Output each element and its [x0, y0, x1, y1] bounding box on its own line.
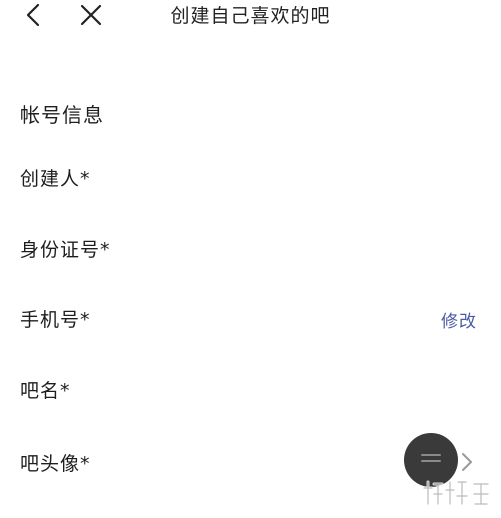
watermark-logo — [422, 480, 490, 506]
menu-icon — [421, 454, 441, 462]
creator-label: 创建人* — [20, 168, 91, 190]
bar-avatar-label: 吧头像* — [20, 453, 91, 475]
form-row-creator[interactable]: 创建人* — [0, 158, 501, 198]
form-row-bar-name[interactable]: 吧名* — [0, 370, 501, 410]
form-row-phone[interactable]: 手机号* 修改 — [0, 299, 501, 339]
section-title-account-info: 帐号信息 — [20, 103, 104, 127]
form-row-id-number[interactable]: 身份证号* — [0, 229, 501, 269]
top-navigation-bar: 创建自己喜欢的吧 — [0, 0, 501, 34]
chevron-right-icon — [462, 453, 472, 471]
phone-label: 手机号* — [20, 309, 91, 331]
bar-name-label: 吧名* — [20, 380, 71, 402]
page-title: 创建自己喜欢的吧 — [170, 5, 331, 27]
edit-phone-link[interactable]: 修改 — [441, 307, 477, 332]
id-number-label: 身份证号* — [20, 239, 111, 261]
